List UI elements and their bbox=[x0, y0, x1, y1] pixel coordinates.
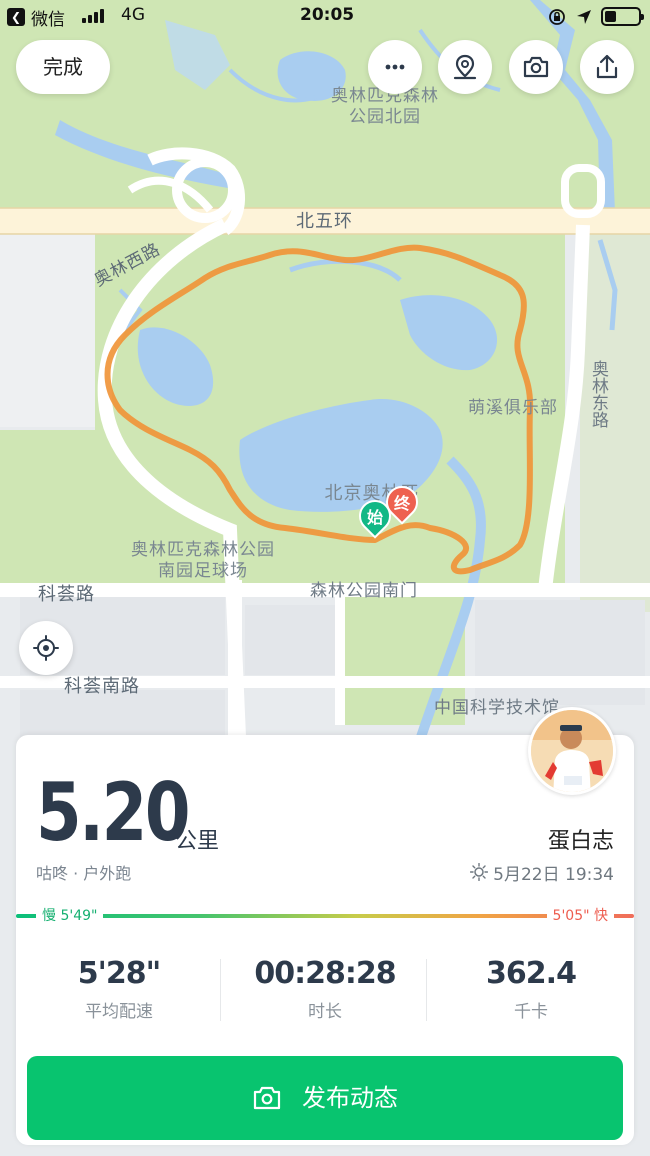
stats-row: 5'28" 平均配速 00:28:28 时长 362.4 千卡 bbox=[16, 955, 634, 1025]
rotation-lock-icon bbox=[549, 9, 565, 25]
label-kehui-road: 科荟路 bbox=[38, 584, 95, 605]
username[interactable]: 蛋白志 bbox=[548, 823, 614, 855]
end-marker[interactable]: 终 bbox=[379, 479, 425, 526]
camera-icon bbox=[523, 56, 549, 78]
signal-icon bbox=[82, 9, 108, 23]
activity-source: 咕咚 · 户外跑 bbox=[36, 864, 132, 883]
label-forest-south-gate: 森林公园南门 bbox=[310, 581, 418, 601]
label-olympic-east-road: 奥林东路 bbox=[588, 360, 608, 428]
locate-button[interactable] bbox=[19, 621, 73, 675]
map-style-button[interactable] bbox=[438, 40, 492, 94]
stat-value: 362.4 bbox=[486, 956, 577, 991]
status-time: 20:05 bbox=[300, 5, 355, 25]
share-button[interactable] bbox=[580, 40, 634, 94]
battery-level bbox=[605, 11, 616, 22]
location-pin-icon bbox=[453, 54, 477, 80]
stat-label: 时长 bbox=[308, 1002, 342, 1022]
stat-label: 平均配速 bbox=[85, 1002, 153, 1022]
divider bbox=[220, 959, 221, 1021]
status-bar: ❮ 微信 4G 20:05 bbox=[0, 0, 650, 34]
pace-gradient: 慢 5'49" 5'05" 快 bbox=[16, 907, 634, 925]
divider bbox=[426, 959, 427, 1021]
label-kehui-south-road: 科荟南路 bbox=[64, 676, 140, 697]
publish-button[interactable]: 发布动态 bbox=[27, 1056, 623, 1140]
pace-slow-label: 慢 5'49" bbox=[36, 907, 104, 925]
done-button[interactable]: 完成 bbox=[16, 40, 110, 94]
share-icon bbox=[596, 54, 618, 79]
location-arrow-icon bbox=[577, 10, 591, 24]
runner-photo bbox=[531, 710, 613, 792]
stat-calories: 362.4 千卡 bbox=[428, 955, 634, 1022]
sun-icon bbox=[470, 863, 488, 881]
pace-gradient-bar bbox=[16, 914, 634, 918]
camera-icon bbox=[253, 1086, 281, 1110]
crosshair-icon bbox=[33, 635, 59, 661]
stat-label: 千卡 bbox=[514, 1002, 548, 1022]
end-marker-label: 终 bbox=[393, 494, 410, 513]
run-summary-card: 5.20 公里 咕咚 · 户外跑 蛋白志 5月22日 19:34 慢 5'49"… bbox=[16, 707, 634, 1145]
label-north-ring: 北五环 bbox=[296, 211, 353, 232]
network-type: 4G bbox=[121, 5, 145, 25]
back-app-label[interactable]: 微信 bbox=[31, 5, 65, 30]
stat-avg-pace: 5'28" 平均配速 bbox=[16, 955, 222, 1022]
stat-duration: 00:28:28 时长 bbox=[222, 955, 428, 1022]
stat-value: 00:28:28 bbox=[254, 956, 396, 991]
activity-datetime: 5月22日 19:34 bbox=[493, 865, 614, 885]
stat-value: 5'28" bbox=[77, 956, 161, 991]
distance-value: 5.20 bbox=[36, 766, 190, 859]
pace-fast-label: 5'05" 快 bbox=[546, 907, 614, 925]
publish-label: 发布动态 bbox=[302, 1084, 398, 1112]
battery-icon bbox=[601, 7, 644, 26]
back-app-icon[interactable]: ❮ bbox=[7, 8, 25, 26]
avatar[interactable] bbox=[528, 707, 616, 795]
label-south-football: 奥林匹克森林公园南园足球场 bbox=[131, 540, 275, 581]
more-icon bbox=[385, 64, 405, 70]
camera-button[interactable] bbox=[509, 40, 563, 94]
label-science-museum: 中国科学技术馆 bbox=[434, 698, 560, 718]
label-mengxi-club: 萌溪俱乐部 bbox=[468, 398, 558, 418]
distance-unit: 公里 bbox=[175, 829, 220, 854]
more-button[interactable] bbox=[368, 40, 422, 94]
